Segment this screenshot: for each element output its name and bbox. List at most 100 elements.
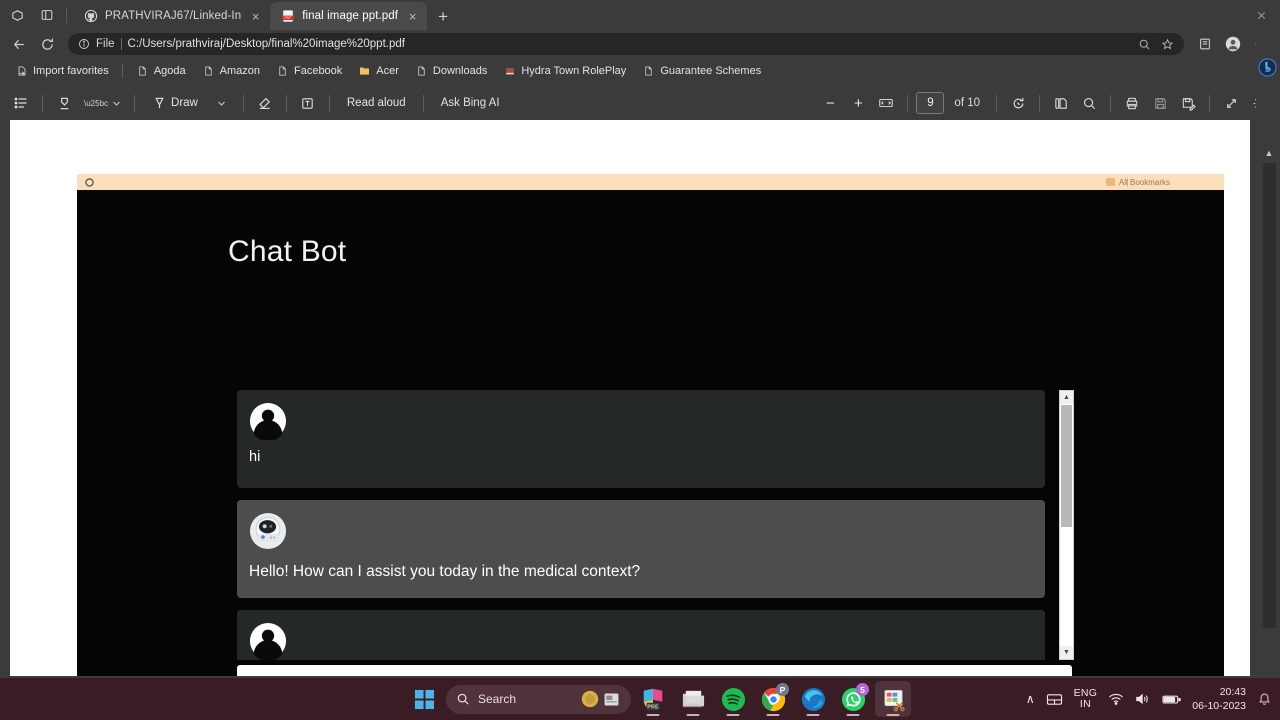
bookmark-hydra-town-roleplay[interactable]: Hydra Town RolePlay bbox=[496, 63, 633, 80]
back-button[interactable] bbox=[6, 32, 32, 56]
widgets-preview[interactable] bbox=[580, 689, 621, 709]
robot-avatar-icon bbox=[249, 512, 287, 550]
address-bar[interactable]: File C:/Users/prathviraj/Desktop/final%2… bbox=[68, 33, 1184, 55]
window-close-icon[interactable] bbox=[1246, 1, 1276, 29]
embedded-all-bookmarks[interactable]: All Bookmarks bbox=[1105, 177, 1216, 187]
ask-bing-ai-button[interactable]: Ask Bing AI bbox=[432, 90, 509, 116]
browser-tab-linkedin[interactable]: PRATHVIRAJ67/Linked-In × bbox=[73, 2, 270, 30]
tab-actions-icon[interactable] bbox=[2, 1, 32, 29]
draw-tool[interactable]: Draw bbox=[143, 90, 207, 116]
fit-page-icon[interactable] bbox=[873, 90, 899, 116]
address-url-text: C:/Users/prathviraj/Desktop/final%20imag… bbox=[127, 38, 405, 50]
save-as-icon[interactable] bbox=[1175, 90, 1201, 116]
zoom-icon[interactable] bbox=[1138, 38, 1151, 51]
all-bookmarks-label: All Bookmarks bbox=[1118, 177, 1170, 187]
erase-icon[interactable] bbox=[252, 90, 278, 116]
zoom-out-button[interactable]: − bbox=[817, 90, 843, 116]
bookmarks-bar: Import favorites Agoda Amazon Facebook A… bbox=[0, 58, 1280, 84]
address-divider bbox=[120, 38, 122, 50]
side-scroll-up-icon[interactable]: ▲ bbox=[1262, 147, 1276, 159]
bell-icon[interactable] bbox=[1257, 692, 1272, 707]
draw-dropdown-icon[interactable] bbox=[209, 90, 235, 116]
search-icon[interactable] bbox=[1076, 90, 1102, 116]
edge-icon[interactable] bbox=[795, 681, 831, 717]
wifi-icon[interactable] bbox=[1108, 692, 1124, 706]
close-icon[interactable]: × bbox=[405, 9, 420, 24]
draw-label: Draw bbox=[171, 97, 198, 109]
read-aloud-button[interactable]: Read aloud bbox=[338, 90, 415, 116]
rotate-icon[interactable] bbox=[1005, 90, 1031, 116]
embedded-bookmarks-bar: All Bookmarks bbox=[77, 174, 1224, 190]
page-number-input[interactable]: 9 bbox=[916, 92, 945, 114]
battery-icon[interactable] bbox=[1162, 693, 1182, 706]
bookmark-divider bbox=[121, 64, 123, 78]
chatbot-app: Chat Bot hi Hello! How can I assist you … bbox=[77, 190, 1224, 676]
close-icon[interactable]: × bbox=[248, 9, 263, 24]
highlight-dropdown-icon[interactable]: \u25bc bbox=[79, 90, 126, 116]
bookmark-label: Downloads bbox=[432, 65, 488, 77]
profile-avatar[interactable] bbox=[1220, 32, 1246, 56]
bing-copilot-icon[interactable] bbox=[1258, 58, 1277, 77]
scroll-down-icon[interactable]: ▼ bbox=[1060, 646, 1073, 659]
bookmark-agoda[interactable]: Agoda bbox=[129, 63, 193, 80]
page-view-icon[interactable] bbox=[1048, 90, 1074, 116]
scroll-up-icon[interactable]: ▲ bbox=[1060, 391, 1073, 404]
tab-divider bbox=[66, 7, 67, 23]
page-icon bbox=[202, 65, 215, 78]
touchpad-icon[interactable] bbox=[1046, 692, 1063, 707]
tray-overflow-icon[interactable]: ∧ bbox=[1026, 692, 1035, 706]
pdf-viewer-toolbar: \u25bc Draw Read aloud Ask Bing AI − + 9 bbox=[0, 86, 1280, 120]
table-of-contents-icon[interactable] bbox=[8, 90, 34, 116]
side-scrollbar-track[interactable] bbox=[1263, 163, 1276, 628]
volume-icon[interactable] bbox=[1135, 692, 1151, 706]
print-icon[interactable] bbox=[1119, 90, 1145, 116]
bookmark-label: Hydra Town RolePlay bbox=[521, 65, 627, 77]
language-indicator[interactable]: ENG IN bbox=[1074, 687, 1098, 711]
message-input[interactable]: Type your message here bbox=[237, 665, 1072, 676]
scrollbar-thumb[interactable] bbox=[1061, 405, 1072, 527]
new-tab-button[interactable]: + bbox=[430, 4, 456, 30]
windows-taskbar: Search PRE P 5 ∧ ENG IN 20:43 06-10-2023 bbox=[0, 678, 1280, 720]
system-tray: ∧ ENG IN 20:43 06-10-2023 bbox=[1026, 678, 1272, 720]
bookmark-label: Amazon bbox=[219, 65, 260, 77]
file-explorer-icon[interactable] bbox=[675, 681, 711, 717]
browser-tab-pdf[interactable]: PDF final image ppt.pdf × bbox=[270, 2, 428, 30]
search-input[interactable]: Search bbox=[446, 684, 631, 714]
fullscreen-icon[interactable] bbox=[1218, 90, 1244, 116]
search-placeholder: Search bbox=[478, 692, 517, 706]
pre-app-icon[interactable]: PRE bbox=[635, 681, 671, 717]
chat-message-text: hi bbox=[249, 449, 261, 465]
chrome-icon[interactable]: P bbox=[755, 681, 791, 717]
bookmark-downloads[interactable]: Downloads bbox=[408, 63, 494, 80]
page-icon bbox=[276, 65, 289, 78]
highlight-icon[interactable] bbox=[51, 90, 77, 116]
bookmark-import-favorites[interactable]: Import favorites bbox=[8, 63, 116, 80]
page-icon bbox=[136, 65, 149, 78]
zoom-in-button[interactable]: + bbox=[845, 90, 871, 116]
tab-strip-system-buttons bbox=[0, 0, 73, 30]
folder-icon bbox=[358, 65, 371, 78]
browser-tab-title: final image ppt.pdf bbox=[302, 10, 399, 22]
reload-button[interactable] bbox=[34, 32, 60, 56]
windows-start-icon[interactable] bbox=[406, 681, 442, 717]
collections-icon[interactable] bbox=[1192, 32, 1218, 56]
chat-message-user: hi bbox=[237, 390, 1045, 488]
bookmark-guarantee-schemes[interactable]: Guarantee Schemes bbox=[635, 63, 768, 80]
spotify-icon[interactable] bbox=[715, 681, 751, 717]
snipping-tool-icon[interactable] bbox=[875, 681, 911, 717]
bookmark-amazon[interactable]: Amazon bbox=[195, 63, 267, 80]
text-box-icon[interactable] bbox=[295, 90, 321, 116]
toolbar-divider bbox=[1039, 94, 1040, 112]
clock[interactable]: 20:43 06-10-2023 bbox=[1192, 685, 1246, 713]
clock-time: 20:43 bbox=[1219, 685, 1246, 698]
whatsapp-icon[interactable]: 5 bbox=[835, 681, 871, 717]
chat-message-list[interactable]: hi Hello! How can I assist you today in … bbox=[237, 390, 1049, 660]
save-icon[interactable] bbox=[1147, 90, 1173, 116]
bookmark-acer[interactable]: Acer bbox=[351, 63, 406, 80]
site-icon bbox=[503, 65, 516, 78]
toolbar-divider bbox=[134, 94, 136, 112]
bookmark-facebook[interactable]: Facebook bbox=[269, 63, 349, 80]
chat-scrollbar[interactable]: ▲ ▼ bbox=[1059, 390, 1074, 660]
favorite-star-icon[interactable] bbox=[1161, 38, 1174, 51]
tab-list-icon[interactable] bbox=[32, 1, 62, 29]
